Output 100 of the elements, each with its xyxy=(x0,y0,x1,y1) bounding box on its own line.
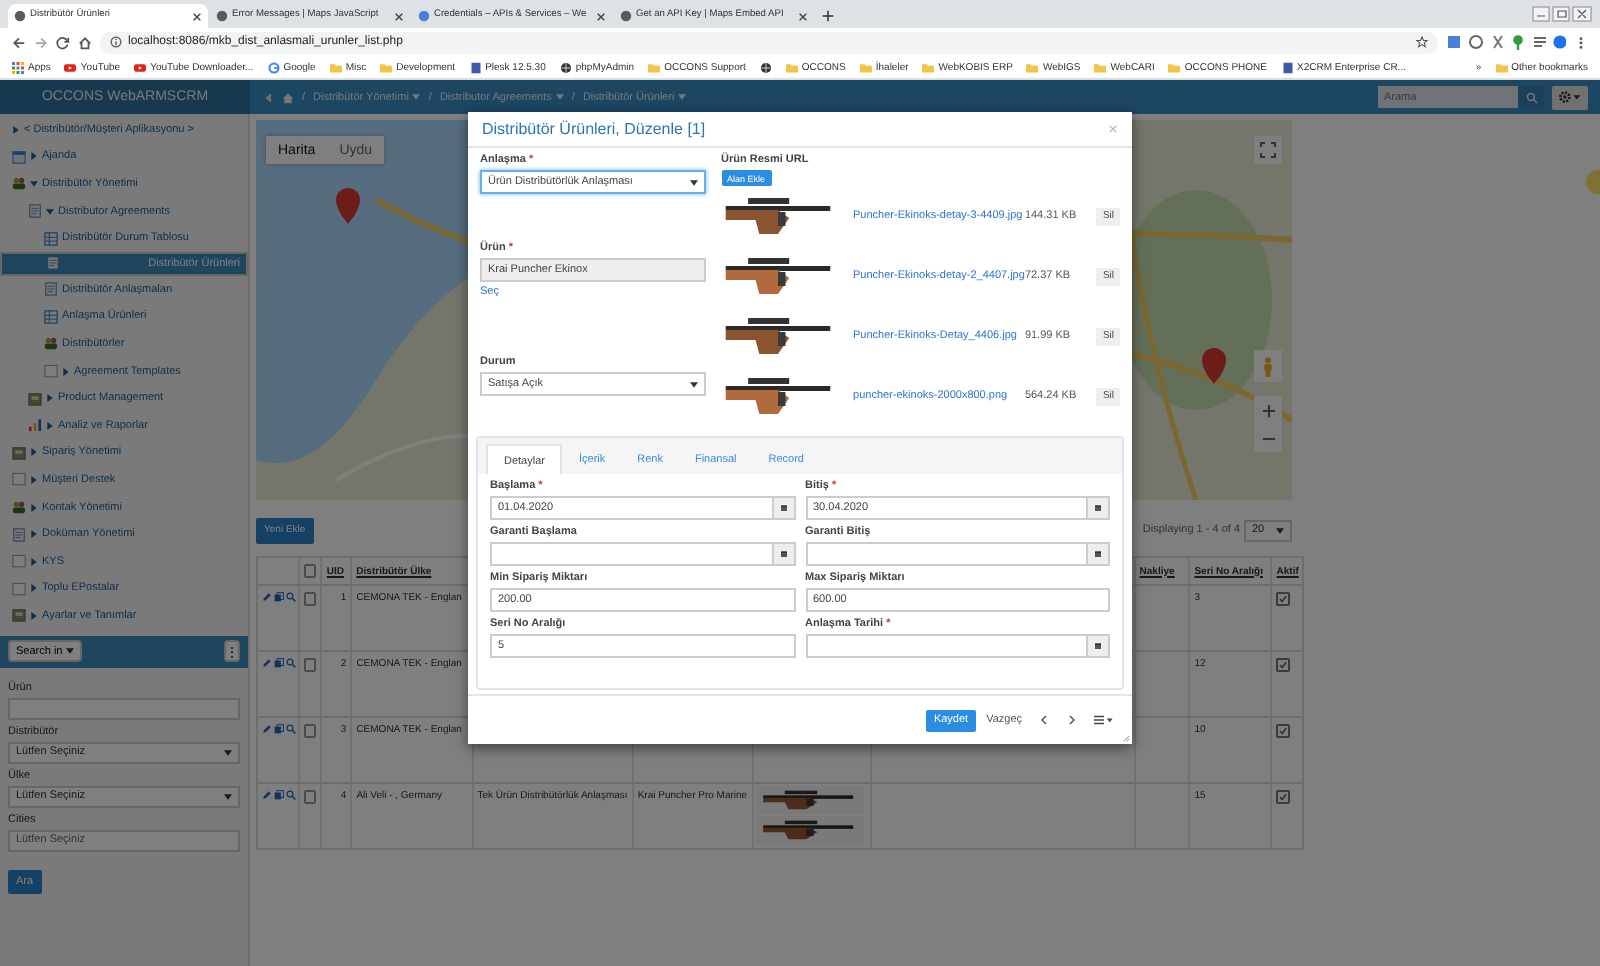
magnifier-icon[interactable] xyxy=(286,592,296,602)
active-checkbox[interactable] xyxy=(1276,592,1291,606)
select-all-checkbox[interactable] xyxy=(303,564,317,578)
menu-icon[interactable] xyxy=(1574,35,1588,49)
settings-button[interactable] xyxy=(1552,85,1588,109)
play-icon xyxy=(134,61,147,73)
close-icon[interactable] xyxy=(192,11,202,21)
search-icon xyxy=(1525,91,1537,103)
pencil-icon[interactable] xyxy=(262,658,272,668)
calendar-icon[interactable] xyxy=(779,504,787,512)
people-icon xyxy=(44,336,58,351)
reload-icon[interactable] xyxy=(56,35,70,49)
active-checkbox[interactable] xyxy=(1276,658,1291,672)
magnifier-icon[interactable] xyxy=(286,658,296,668)
folder-icon xyxy=(329,61,342,73)
folder-icon xyxy=(380,61,393,73)
date-field[interactable] xyxy=(805,634,1110,658)
close-icon[interactable] xyxy=(394,11,404,21)
date-field[interactable] xyxy=(490,542,795,566)
folder-icon xyxy=(785,61,798,73)
search-button[interactable] xyxy=(1518,86,1544,108)
active-checkbox[interactable] xyxy=(1276,790,1291,804)
row-checkbox[interactable] xyxy=(303,592,317,606)
pencil-icon[interactable] xyxy=(262,724,272,734)
collapsed-arrow-icon xyxy=(30,448,38,457)
folder-icon xyxy=(1495,61,1508,73)
calendar-icon[interactable] xyxy=(1094,642,1102,650)
check-icon xyxy=(1278,594,1289,604)
window-controls-icon[interactable] xyxy=(1532,6,1592,22)
page-icon xyxy=(469,61,482,73)
copy-icon[interactable] xyxy=(274,790,284,800)
collapsed-arrow-icon xyxy=(12,125,20,134)
collapsed-arrow-icon xyxy=(46,394,54,403)
pencil-icon[interactable] xyxy=(262,790,272,800)
blank-page-icon xyxy=(12,472,26,487)
page-icon xyxy=(46,256,60,271)
cabinet-icon xyxy=(12,608,26,623)
info-icon[interactable] xyxy=(110,36,122,48)
chevron-right-icon xyxy=(1067,714,1075,726)
globe-icon xyxy=(759,61,772,73)
resize-grip-icon[interactable] xyxy=(1122,734,1130,742)
collapsed-arrow-icon xyxy=(30,475,38,484)
caret-icon xyxy=(1276,527,1284,533)
table-icon xyxy=(44,309,58,324)
site-icon xyxy=(216,10,228,22)
star-icon[interactable] xyxy=(1416,36,1428,48)
folder-icon xyxy=(1168,61,1181,73)
globe-icon xyxy=(559,61,572,73)
calendar-icon[interactable] xyxy=(779,550,787,558)
play-icon xyxy=(64,61,77,73)
folder-icon xyxy=(1026,61,1039,73)
cabinet-icon xyxy=(12,445,26,460)
copy-icon[interactable] xyxy=(274,724,284,734)
people-icon xyxy=(12,176,26,191)
cabinet-icon xyxy=(28,391,42,406)
menu-caret-icon xyxy=(1094,714,1114,726)
input-field[interactable] xyxy=(8,697,240,720)
site-icon xyxy=(620,10,632,22)
folder-icon xyxy=(859,61,872,73)
extension-icons-drawing[interactable] xyxy=(1446,34,1566,50)
caret-icon xyxy=(224,793,232,800)
check-icon xyxy=(1278,792,1289,802)
row-checkbox[interactable] xyxy=(303,658,317,672)
calendar-icon xyxy=(12,149,26,164)
magnifier-icon[interactable] xyxy=(286,724,296,734)
collapsed-arrow-icon xyxy=(46,421,54,430)
settings-icon xyxy=(1558,90,1582,104)
table-icon xyxy=(44,231,58,246)
date-field[interactable] xyxy=(805,542,1110,566)
blank-page-icon xyxy=(44,364,58,379)
bookmark[interactable] xyxy=(759,61,772,73)
collapsed-arrow-icon xyxy=(30,503,38,512)
people-icon xyxy=(12,500,26,515)
row-checkbox[interactable] xyxy=(303,790,317,804)
apps-icon xyxy=(12,61,24,73)
calendar-icon[interactable] xyxy=(1094,504,1102,512)
calendar-icon[interactable] xyxy=(1094,550,1102,558)
collapsed-arrow-icon xyxy=(30,152,38,161)
collapsed-arrow-icon xyxy=(30,584,38,593)
copy-icon[interactable] xyxy=(274,592,284,602)
caret-icon xyxy=(66,648,75,655)
close-icon[interactable] xyxy=(596,11,606,21)
new-tab-icon[interactable] xyxy=(822,10,834,22)
caret-icon xyxy=(678,94,687,100)
site-icon xyxy=(418,10,430,22)
active-checkbox[interactable] xyxy=(1276,724,1291,738)
pencil-icon[interactable] xyxy=(262,592,272,602)
collapsed-arrow-icon xyxy=(30,557,38,566)
row-checkbox[interactable] xyxy=(303,724,317,738)
forward-icon[interactable] xyxy=(34,35,48,49)
chevron-left-icon xyxy=(1039,714,1047,726)
page-icon xyxy=(28,204,42,219)
collapsed-arrow-icon xyxy=(30,611,38,620)
back-icon[interactable] xyxy=(12,35,26,49)
google-icon xyxy=(267,61,280,73)
copy-icon[interactable] xyxy=(274,658,284,668)
magnifier-icon[interactable] xyxy=(286,790,296,800)
home-icon[interactable] xyxy=(78,35,92,49)
folder-icon xyxy=(1094,61,1107,73)
close-icon[interactable] xyxy=(798,11,808,21)
